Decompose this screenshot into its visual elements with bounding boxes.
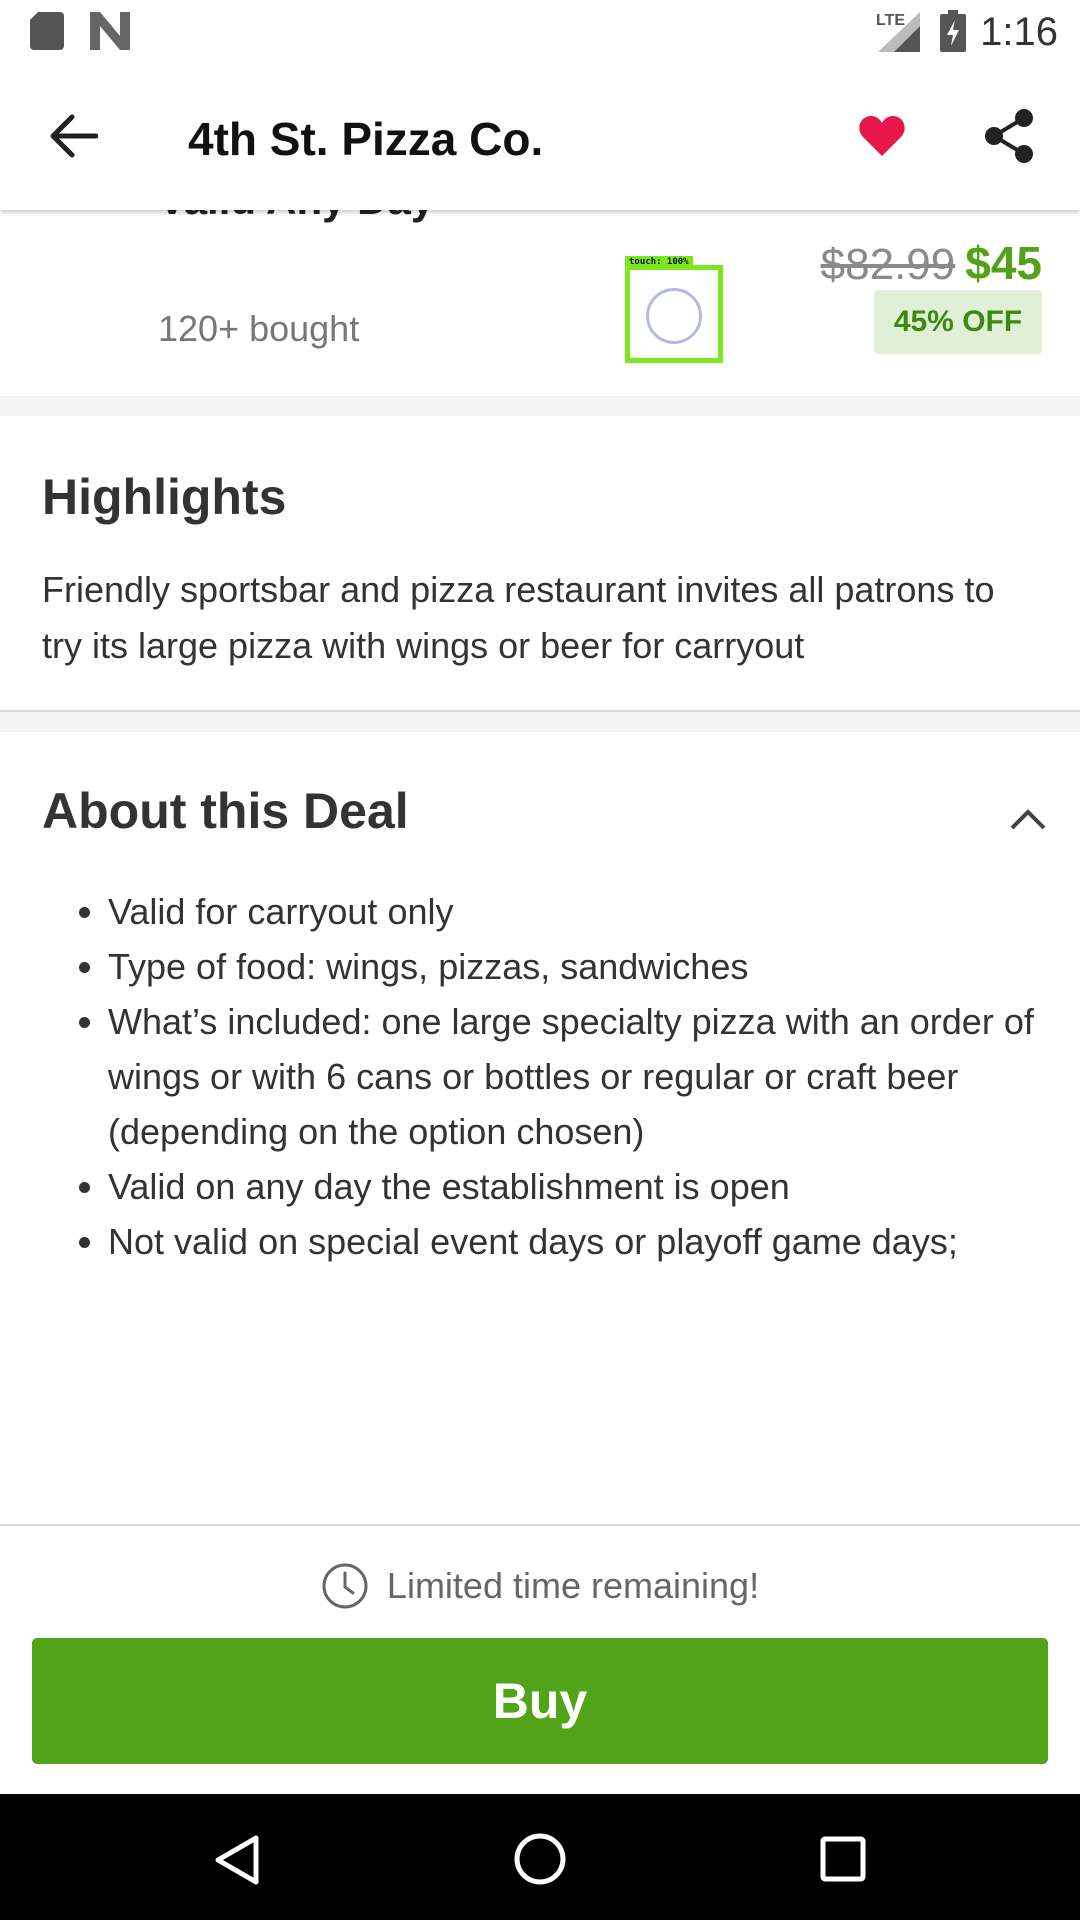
share-icon[interactable]: [982, 108, 1036, 164]
battery-charging-icon: [940, 10, 966, 52]
clock-icon: [322, 1563, 368, 1609]
limited-time-row: Limited time remaining!: [0, 1556, 1080, 1616]
highlights-section: Highlights Friendly sportsbar and pizza …: [0, 416, 1080, 712]
about-section: About this Deal Valid for carryout only …: [0, 732, 1080, 1524]
n-notification-icon: [90, 12, 130, 50]
bought-count: 120+ bought: [158, 308, 360, 349]
system-nav-bar: [0, 1794, 1080, 1920]
page-title: 4th St. Pizza Co.: [188, 113, 544, 165]
heart-icon[interactable]: [858, 114, 906, 158]
deal-subtitle: Valid Any Day: [158, 210, 434, 224]
deal-summary: Valid Any Day 120+ bought $82.99 $45 45%…: [0, 210, 1080, 398]
chevron-up-icon[interactable]: [1008, 800, 1048, 840]
highlights-text: Friendly sportsbar and pizza restaurant …: [42, 569, 995, 666]
old-price: $82.99: [820, 240, 956, 289]
list-item: Valid for carryout only: [108, 884, 1080, 939]
purchase-bar: Limited time remaining! Buy: [0, 1524, 1080, 1796]
discount-badge: 45% OFF: [874, 290, 1042, 354]
section-divider: [0, 396, 1080, 416]
back-triangle-icon[interactable]: [212, 1834, 260, 1886]
sd-card-icon: [30, 12, 64, 50]
limited-time-text: Limited time remaining!: [386, 1565, 760, 1606]
about-title[interactable]: About this Deal: [42, 782, 409, 840]
lte-signal-icon: [878, 12, 920, 52]
buy-button[interactable]: Buy: [32, 1638, 1048, 1764]
touch-indicator-circle: [646, 288, 702, 344]
highlights-title: Highlights: [42, 469, 287, 525]
status-bar: LTE 1:16: [0, 0, 1080, 62]
home-circle-icon[interactable]: [513, 1832, 567, 1886]
list-item: What’s included: one large specialty piz…: [108, 994, 1080, 1159]
status-time: 1:16: [980, 10, 1058, 54]
price-row: $82.99 $45: [821, 236, 1042, 290]
list-item: Type of food: wings, pizzas, sandwiches: [108, 939, 1080, 994]
back-arrow-icon[interactable]: [48, 114, 98, 158]
about-list: Valid for carryout only Type of food: wi…: [60, 884, 1080, 1269]
app-bar: 4th St. Pizza Co.: [0, 62, 1080, 210]
section-divider: [0, 712, 1080, 732]
list-item: Valid on any day the establishment is op…: [108, 1159, 1080, 1214]
recents-square-icon[interactable]: [820, 1836, 866, 1882]
new-price: $45: [965, 237, 1042, 289]
list-item: Not valid on special event days or playo…: [108, 1214, 1080, 1269]
